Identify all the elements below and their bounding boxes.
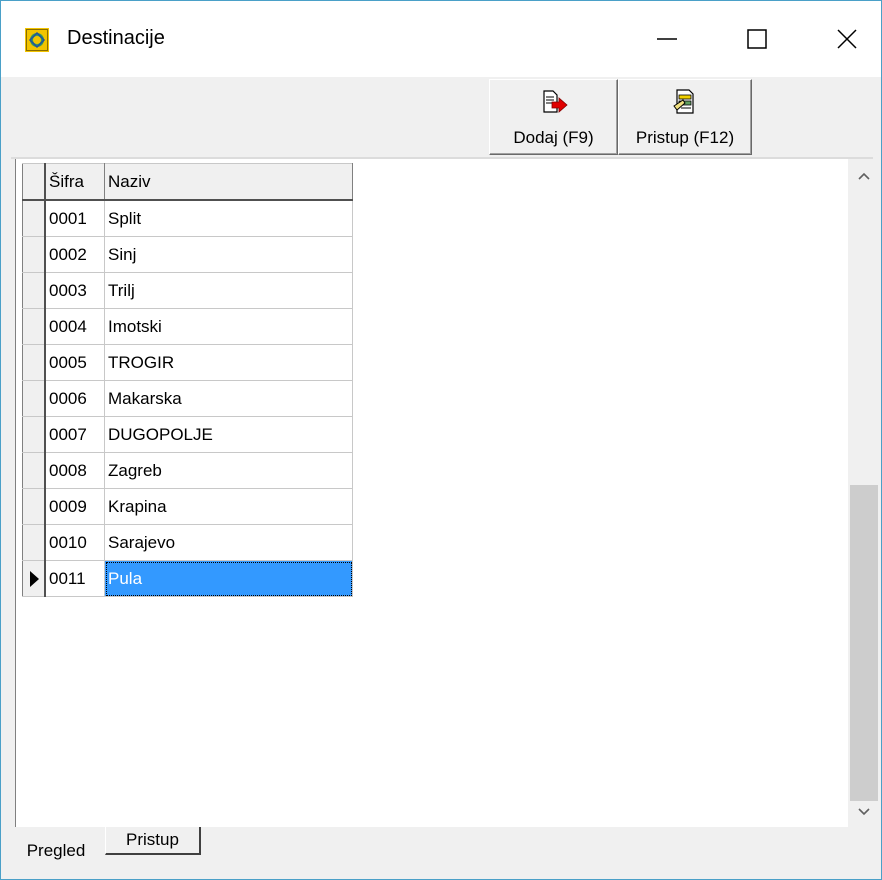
add-button[interactable]: Dodaj (F9) (489, 79, 618, 155)
add-record-arrow-icon (540, 88, 568, 121)
row-indicator[interactable] (22, 272, 46, 309)
table-row[interactable]: 0006 Makarska (22, 380, 353, 417)
table-row[interactable]: 0002 Sinj (22, 236, 353, 273)
row-indicator[interactable] (22, 308, 46, 345)
cell-code[interactable]: 0010 (44, 524, 105, 561)
table-row[interactable]: 0004 Imotski (22, 308, 353, 345)
add-button-label: Dodaj (F9) (513, 128, 594, 147)
scroll-up-button[interactable] (848, 159, 880, 193)
table-row[interactable]: 0001 Split (22, 199, 353, 237)
cell-name[interactable]: TROGIR (104, 344, 353, 381)
cell-name[interactable]: Pula (104, 560, 353, 597)
destinations-window: Destinacije Dodaj (F9) Pristup (F12) Šif… (0, 0, 882, 880)
row-indicator[interactable] (22, 236, 46, 273)
cell-code[interactable]: 0001 (44, 199, 105, 237)
table-row[interactable]: 0010 Sarajevo (22, 524, 353, 561)
cell-code[interactable]: 0005 (44, 344, 105, 381)
access-button-label: Pristup (F12) (635, 128, 735, 147)
column-header-name[interactable]: Naziv (104, 163, 353, 201)
tab-pristup[interactable]: Pristup (105, 827, 201, 855)
tab-bar: Pregled Pristup (1, 827, 881, 879)
cell-name[interactable]: Sarajevo (104, 524, 353, 561)
cell-code[interactable]: 0008 (44, 452, 105, 489)
table-row[interactable]: 0003 Trilj (22, 272, 353, 309)
cell-code[interactable]: 0004 (44, 308, 105, 345)
table-row[interactable]: 0008 Zagreb (22, 452, 353, 489)
window-title: Destinacije (67, 27, 165, 49)
row-indicator[interactable] (22, 488, 46, 525)
close-button[interactable] (817, 9, 877, 69)
chevron-up-icon (857, 166, 871, 186)
row-indicator[interactable] (22, 380, 46, 417)
toolbar: Dodaj (F9) Pristup (F12) (11, 77, 873, 159)
cell-name[interactable]: DUGOPOLJE (104, 416, 353, 453)
app-logo-icon (25, 28, 49, 52)
cell-code[interactable]: 0002 (44, 236, 105, 273)
cell-name[interactable]: Split (104, 199, 353, 237)
minimize-icon (656, 28, 678, 50)
row-indicator[interactable] (22, 416, 46, 453)
column-header-code[interactable]: Šifra (44, 163, 105, 201)
destinations-table: Šifra Naziv 0001 Split 0002 Sinj 0003 Trilj 00… (22, 163, 353, 597)
cell-code[interactable]: 0007 (44, 416, 105, 453)
row-indicator[interactable] (22, 524, 46, 561)
row-indicator[interactable] (22, 560, 46, 597)
table-row[interactable]: 0011 Pula (22, 560, 353, 597)
minimize-button[interactable] (637, 9, 697, 69)
access-button[interactable]: Pristup (F12) (618, 79, 752, 155)
row-indicator[interactable] (22, 344, 46, 381)
table-row[interactable]: 0005 TROGIR (22, 344, 353, 381)
data-grid[interactable]: Šifra Naziv 0001 Split 0002 Sinj 0003 Trilj 00… (15, 159, 880, 829)
cell-code[interactable]: 0006 (44, 380, 105, 417)
row-indicator-header (22, 163, 46, 201)
table-row[interactable]: 0007 DUGOPOLJE (22, 416, 353, 453)
table-row[interactable]: 0009 Krapina (22, 488, 353, 525)
header-row: Šifra Naziv (22, 163, 353, 201)
cell-name[interactable]: Trilj (104, 272, 353, 309)
row-indicator[interactable] (22, 452, 46, 489)
scroll-thumb[interactable] (850, 485, 878, 801)
maximize-icon (746, 28, 768, 50)
cell-name[interactable]: Sinj (104, 236, 353, 273)
tab-pregled[interactable]: Pregled (11, 827, 101, 873)
close-icon (836, 28, 858, 50)
cell-code[interactable]: 0009 (44, 488, 105, 525)
access-document-icon (671, 88, 699, 121)
cell-name[interactable]: Makarska (104, 380, 353, 417)
cell-code[interactable]: 0011 (44, 560, 105, 597)
cell-code[interactable]: 0003 (44, 272, 105, 309)
cell-name[interactable]: Imotski (104, 308, 353, 345)
cell-name[interactable]: Krapina (104, 488, 353, 525)
title-bar[interactable]: Destinacije (1, 1, 881, 77)
chevron-down-icon (857, 802, 871, 822)
cell-name[interactable]: Zagreb (104, 452, 353, 489)
maximize-button[interactable] (727, 9, 787, 69)
scroll-down-button[interactable] (848, 795, 880, 829)
current-row-arrow-icon (29, 570, 39, 587)
row-indicator[interactable] (22, 199, 46, 237)
vertical-scrollbar[interactable] (848, 159, 880, 829)
